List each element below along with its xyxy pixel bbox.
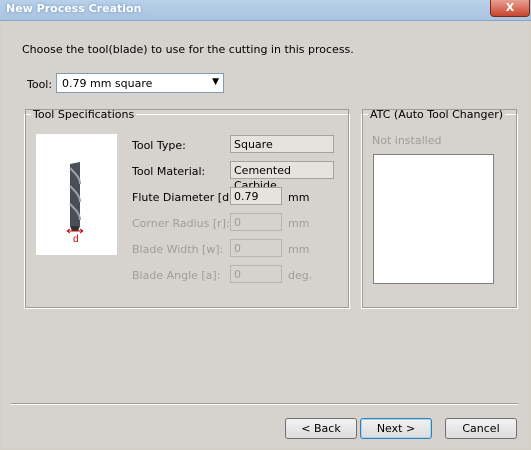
next-button[interactable]: Next >: [360, 418, 432, 439]
tool-specifications-legend: Tool Specifications: [31, 108, 137, 121]
corner-radius-label: Corner Radius [r]:: [132, 217, 230, 230]
tool-type-label: Tool Type:: [132, 139, 186, 152]
end-mill-icon: d: [66, 162, 84, 245]
chevron-down-icon[interactable]: ▼: [212, 77, 219, 87]
cancel-button[interactable]: Cancel: [445, 418, 517, 439]
tool-type-field: Square: [230, 135, 334, 153]
flute-diameter-unit: mm: [288, 191, 310, 204]
tool-material-label: Tool Material:: [132, 165, 206, 178]
atc-status: Not installed: [372, 134, 442, 147]
instruction-text: Choose the tool(blade) to use for the cu…: [22, 43, 354, 56]
blade-angle-field: 0: [230, 265, 282, 283]
blade-width-field: 0: [230, 239, 282, 257]
tool-label: Tool:: [27, 78, 53, 91]
dimension-label: d: [73, 234, 79, 245]
atc-list: [373, 154, 494, 284]
window-title: New Process Creation: [6, 2, 142, 15]
divider: [11, 403, 518, 405]
tool-select-value: 0.79 mm square: [62, 77, 153, 90]
tool-material-field: Cemented Carbide: [230, 161, 334, 192]
close-button[interactable]: X: [490, 0, 530, 17]
back-button[interactable]: < Back: [285, 418, 357, 439]
title-bar: New Process Creation X: [0, 0, 531, 21]
blade-width-label: Blade Width [w]:: [132, 243, 224, 256]
blade-angle-unit: deg.: [288, 269, 313, 282]
blade-width-unit: mm: [288, 243, 310, 256]
flute-diameter-label: Flute Diameter [d]:: [132, 191, 238, 204]
atc-legend: ATC (Auto Tool Changer): [368, 108, 506, 121]
corner-radius-unit: mm: [288, 217, 310, 230]
tool-image: d: [36, 134, 117, 255]
tool-select[interactable]: 0.79 mm square ▼: [56, 73, 224, 93]
flute-diameter-field: 0.79: [230, 187, 282, 205]
blade-angle-label: Blade Angle [a]:: [132, 269, 221, 282]
corner-radius-field: 0: [230, 213, 282, 231]
